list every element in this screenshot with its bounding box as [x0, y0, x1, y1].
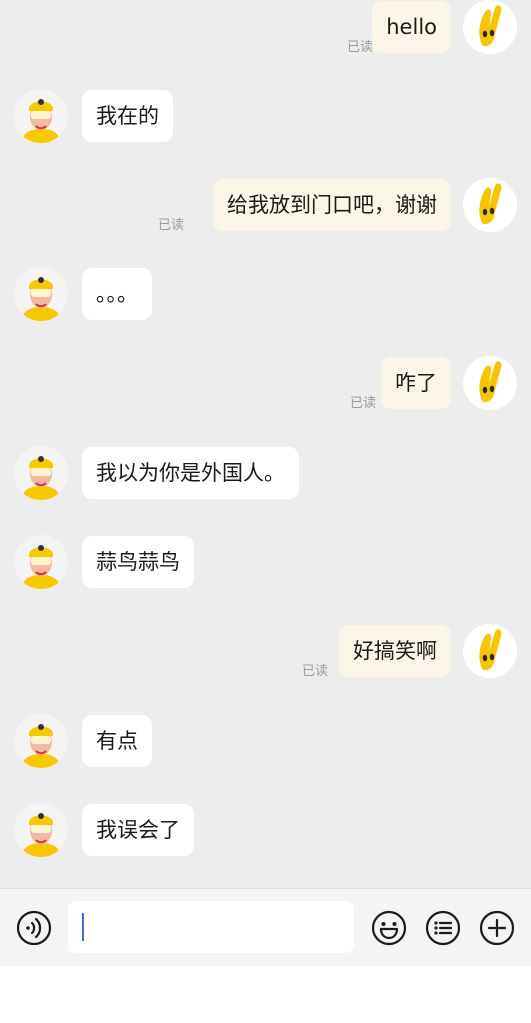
message-bubble-outgoing[interactable]: 咋了	[381, 357, 451, 409]
text-caret	[82, 913, 84, 941]
my-avatar[interactable]	[463, 356, 517, 410]
read-receipt: 已读	[349, 396, 376, 411]
message-input-bar	[0, 888, 531, 967]
add-icon[interactable]	[479, 910, 515, 946]
message-row-incoming: 我在的	[0, 89, 531, 145]
read-receipt: 已读	[301, 664, 328, 679]
courier-avatar-icon	[14, 535, 68, 589]
courier-avatar-icon	[14, 803, 68, 857]
contact-avatar[interactable]	[14, 267, 68, 321]
message-bubble-incoming[interactable]: 我在的	[82, 90, 173, 142]
contact-avatar[interactable]	[14, 446, 68, 500]
more-menu-icon[interactable]	[425, 910, 461, 946]
courier-avatar-icon	[14, 714, 68, 768]
message-row-outgoing: 已读 好搞笑啊	[0, 624, 531, 680]
emoji-icon[interactable]	[371, 910, 407, 946]
message-row-incoming: 有点	[0, 714, 531, 770]
message-row-incoming: 我以为你是外国人。	[0, 446, 531, 502]
message-bubble-incoming[interactable]: 蒜鸟蒜鸟	[82, 536, 194, 588]
my-avatar[interactable]	[463, 624, 517, 678]
read-receipt: 已读	[157, 218, 184, 233]
my-avatar[interactable]	[463, 178, 517, 232]
my-avatar[interactable]	[463, 0, 517, 54]
message-row-incoming: 蒜鸟蒜鸟	[0, 535, 531, 591]
contact-avatar[interactable]	[14, 89, 68, 143]
contact-avatar[interactable]	[14, 714, 68, 768]
message-bubble-incoming[interactable]: 我误会了	[82, 804, 194, 856]
yellow-rabbit-avatar-icon	[479, 629, 502, 671]
courier-avatar-icon	[14, 446, 68, 500]
contact-avatar[interactable]	[14, 535, 68, 589]
message-bubble-outgoing[interactable]: 给我放到门口吧，谢谢	[213, 179, 451, 231]
courier-avatar-icon	[14, 267, 68, 321]
voice-icon[interactable]	[16, 910, 52, 946]
contact-avatar[interactable]	[14, 803, 68, 857]
message-bubble-incoming[interactable]: 有点	[82, 715, 152, 767]
message-row-incoming: 。。。	[0, 267, 531, 323]
bottom-safe-area	[0, 966, 531, 1023]
chat-screen: 已读 hello 我在的 已读 给我放到门口吧，谢谢 。。。 已读 咋了 我以为…	[0, 0, 531, 1023]
message-bubble-outgoing[interactable]: 好搞笑啊	[339, 625, 451, 677]
message-bubble-incoming[interactable]: 我以为你是外国人。	[82, 447, 299, 499]
message-bubble-outgoing[interactable]: hello	[372, 1, 451, 53]
yellow-rabbit-avatar-icon	[479, 183, 502, 225]
read-receipt: 已读	[346, 40, 373, 55]
yellow-rabbit-avatar-icon	[479, 5, 502, 47]
message-bubble-incoming[interactable]: 。。。	[82, 268, 152, 320]
courier-avatar-icon	[14, 89, 68, 143]
message-row-outgoing: 已读 hello	[0, 0, 531, 56]
message-row-outgoing: 已读 给我放到门口吧，谢谢	[0, 178, 531, 234]
yellow-rabbit-avatar-icon	[479, 361, 502, 403]
message-row-incoming: 我误会了	[0, 803, 531, 859]
message-row-outgoing: 已读 咋了	[0, 356, 531, 412]
message-list[interactable]: 已读 hello 我在的 已读 给我放到门口吧，谢谢 。。。 已读 咋了 我以为…	[0, 0, 531, 888]
message-input[interactable]	[68, 901, 354, 953]
